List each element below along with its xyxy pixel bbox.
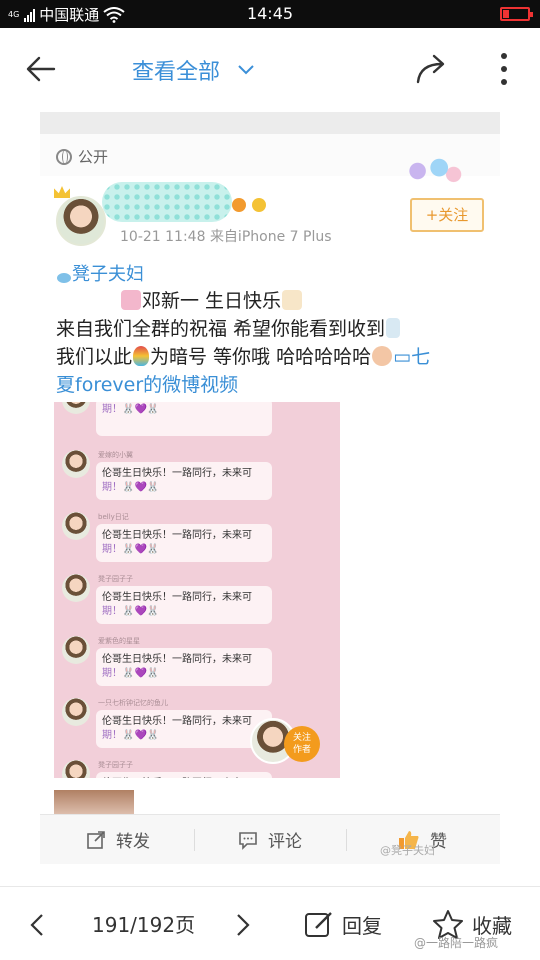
- edit-icon: [305, 912, 332, 937]
- video-link[interactable]: 夏forever的微博视频: [56, 374, 238, 396]
- chat-nickname: 爱紫色的星星: [98, 637, 140, 645]
- celebrate-icon: [121, 290, 141, 310]
- chat-avatar: [62, 636, 90, 664]
- topic-line: 凳子夫妇: [56, 260, 496, 286]
- top-nav: 查看全部: [0, 28, 540, 110]
- chat-text-line-1: 伦哥生日快乐！一路同行，未来可: [102, 654, 252, 665]
- page-indicator: 191/192页: [92, 909, 195, 938]
- screenshot-top-strip: [40, 112, 500, 134]
- chat-nickname: 一只七析钟记忆的鱼儿: [98, 699, 168, 707]
- chevron-down-icon: [238, 65, 254, 75]
- vip-badge-icon: [232, 198, 246, 212]
- crown-icon: [54, 186, 70, 198]
- chat-nickname: belly日记: [98, 513, 129, 521]
- battery-icon: [500, 7, 533, 21]
- follow-button[interactable]: +关注: [410, 198, 484, 232]
- laugh-emoji-icon: [372, 346, 393, 366]
- comment-action[interactable]: 评论: [238, 827, 302, 852]
- avatar[interactable]: [56, 196, 106, 246]
- view-all-dropdown[interactable]: 查看全部: [132, 54, 254, 86]
- chat-avatar: [62, 512, 90, 540]
- repost-icon: [87, 830, 105, 849]
- repost-action[interactable]: 转发: [86, 827, 150, 852]
- chat-text-line-1: 伦哥生日快乐！一路同行，未来可: [102, 468, 252, 479]
- divider: [346, 829, 347, 851]
- post-line-3a: 我们以此: [56, 346, 133, 368]
- follow-author-label-1: 关注: [292, 733, 311, 743]
- chat-text-line-1: 伦哥生日快乐！一路同行，未来可: [102, 777, 266, 778]
- ring-icon: [386, 318, 401, 338]
- chat-bubble: 伦哥生日快乐！一路同行，未来可: [96, 772, 272, 778]
- watermark: @一路陪一路疯: [414, 936, 499, 950]
- cake-icon: [282, 290, 303, 310]
- chat-message: 爱嫁的小翼 伦哥生日快乐！一路同行，未来可 期！🐰💜🐰: [54, 420, 340, 500]
- next-page-icon[interactable]: [236, 913, 250, 937]
- post-line-1: 邓新一 生日快乐: [120, 286, 500, 313]
- post-time: 10-21 11:48: [120, 229, 206, 245]
- post-card: 10-21 11:48 来自iPhone 7 Plus +关注 凳子夫妇 邓新一…: [40, 154, 500, 864]
- balloon-icon: [133, 346, 150, 366]
- chat-nickname: 凳子园子子: [98, 761, 133, 769]
- post-line-2: 来自我们全群的祝福 希望你能看到收到: [56, 314, 496, 341]
- chat-avatar: [62, 698, 90, 726]
- post-meta: 10-21 11:48 来自iPhone 7 Plus: [120, 226, 332, 246]
- topic-link[interactable]: 凳子夫妇: [72, 264, 144, 285]
- chat-message: belly日记 伦哥生日快乐！一路同行，未来可 期！🐰💜🐰: [54, 482, 340, 562]
- chat-message: 期！🐰💜🐰: [54, 402, 340, 436]
- follow-author-badge: 关注 作者: [284, 726, 320, 762]
- comment-icon: [239, 831, 257, 850]
- chat-text-line-1: 伦哥生日快乐！一路同行，未来可: [102, 716, 252, 727]
- video-link-icon: ▭: [393, 346, 412, 368]
- chat-nickname: 爱嫁的小翼: [98, 451, 133, 459]
- video-preview[interactable]: 期！🐰💜🐰 爱嫁的小翼 伦哥生日快乐！一路同行，未来可 期！🐰💜🐰 belly日记 伦哥生…: [54, 402, 340, 778]
- medal-badge-icon: [252, 198, 266, 212]
- chat-text-line-1: 伦哥生日快乐！一路同行，未来可: [102, 592, 252, 603]
- reply-button[interactable]: 回复: [304, 909, 382, 939]
- post-line-1-text: 邓新一 生日快乐: [142, 290, 282, 312]
- visibility-row: 公开: [56, 146, 108, 167]
- status-bar: 4G 中国联通 14:45: [0, 0, 540, 28]
- follow-author-button[interactable]: 关注 作者: [250, 718, 320, 768]
- globe-icon: [56, 148, 72, 165]
- page-number: 191/192页: [92, 913, 196, 937]
- follow-author-label-2: 作者: [292, 745, 311, 755]
- chat-message: 爱紫色的星星 伦哥生日快乐！一路同行，未来可 期！🐰💜🐰: [54, 606, 340, 686]
- chat-nickname: 凳子园子子: [98, 575, 133, 583]
- battery-level: [503, 10, 509, 18]
- comment-label: 评论: [268, 832, 302, 852]
- divider: [194, 829, 195, 851]
- post-line-4: 夏forever的微博视频: [56, 370, 496, 397]
- chat-avatar: [62, 760, 90, 778]
- post-line-3b: 为暗号 等你哦 哈哈哈哈哈: [150, 346, 372, 368]
- prev-page-icon[interactable]: [30, 913, 44, 937]
- chat-avatar: [62, 574, 90, 602]
- inner-watermark: @凳子夫妇: [380, 844, 435, 857]
- post-line-3: 我们以此 为暗号 等你哦 哈哈哈哈哈 ▭七: [56, 342, 496, 369]
- diamond-icon: [57, 273, 71, 283]
- post-source: 来自iPhone 7 Plus: [209, 229, 332, 245]
- visibility-label: 公开: [78, 148, 109, 166]
- back-arrow-icon[interactable]: [24, 52, 58, 86]
- share-icon[interactable]: [414, 52, 450, 86]
- post-line-2-text: 来自我们全群的祝福 希望你能看到收到: [56, 318, 386, 340]
- username-redacted: [102, 182, 232, 222]
- status-time: 14:45: [246, 4, 294, 23]
- chat-text-line-2: 期！🐰💜🐰: [102, 404, 160, 415]
- chat-text-line-1: 伦哥生日快乐！一路同行，未来可: [102, 530, 252, 541]
- more-icon[interactable]: [492, 50, 516, 88]
- reply-label: 回复: [342, 913, 382, 938]
- nav-title: 查看全部: [132, 60, 221, 85]
- shared-screenshot: 公开 10-21 11:48 来自iPhone 7 Plus +关注 凳子夫妇 …: [40, 112, 500, 864]
- decoration-sticker-icon: [396, 154, 468, 188]
- chat-avatar: [62, 450, 90, 478]
- repost-label: 转发: [116, 832, 150, 852]
- chat-message: 凳子园子子 伦哥生日快乐！一路同行，未来可 期！🐰💜🐰: [54, 544, 340, 624]
- chat-avatar: [62, 402, 90, 414]
- video-link-start[interactable]: 七: [411, 346, 430, 368]
